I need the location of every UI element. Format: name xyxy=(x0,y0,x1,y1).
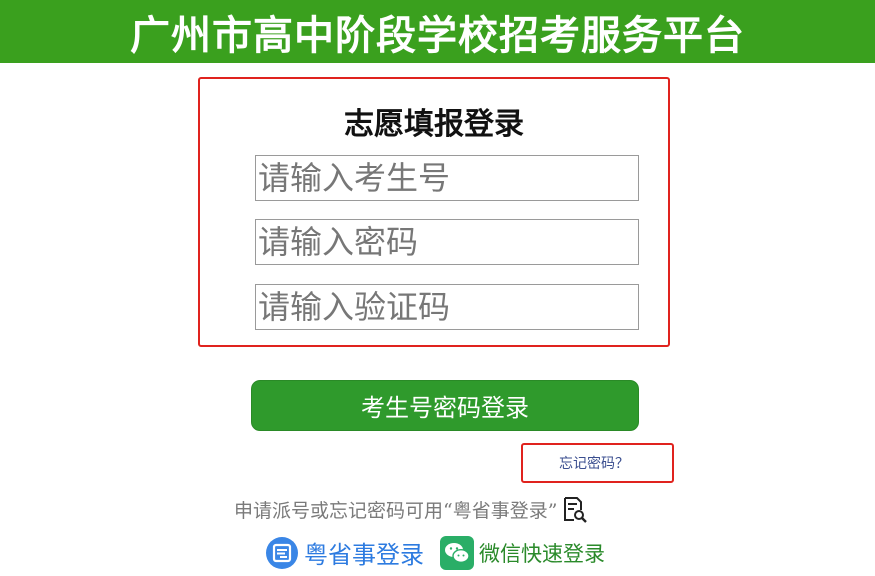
login-button[interactable]: 考生号密码登录 xyxy=(251,380,639,431)
hint-text: 申请派号或忘记密码可用“粤省事登录” xyxy=(234,499,558,522)
student-id-input[interactable] xyxy=(255,155,639,201)
document-search-icon[interactable] xyxy=(560,495,588,523)
login-form-panel: 志愿填报登录 xyxy=(198,77,670,347)
hint-row: 申请派号或忘记密码可用“粤省事登录” xyxy=(234,495,588,523)
login-button-label: 考生号密码登录 xyxy=(361,394,529,422)
page-title: 广州市高中阶段学校招考服务平台 xyxy=(130,12,745,59)
yueshengshi-login-label: 粤省事登录 xyxy=(304,541,424,569)
header-bar: 广州市高中阶段学校招考服务平台 xyxy=(0,0,875,63)
yueshengshi-logo-icon xyxy=(265,536,299,570)
alternative-logins: 粤省事登录 微信快速登录 xyxy=(265,535,605,570)
wechat-icon xyxy=(440,535,474,570)
wechat-login-button[interactable]: 微信快速登录 xyxy=(440,535,605,570)
wechat-login-label: 微信快速登录 xyxy=(479,541,605,566)
password-input[interactable] xyxy=(255,219,639,265)
login-form-title: 志愿填报登录 xyxy=(344,107,524,142)
login-page: 广州市高中阶段学校招考服务平台 志愿填报登录 考生号密码登录 忘记密码？ 申请派… xyxy=(0,0,875,576)
forgot-password-highlight: 忘记密码？ xyxy=(521,443,674,483)
forgot-password-link[interactable]: 忘记密码？ xyxy=(559,453,629,473)
yueshengshi-login-button[interactable]: 粤省事登录 xyxy=(265,535,424,570)
captcha-input[interactable] xyxy=(255,284,639,330)
